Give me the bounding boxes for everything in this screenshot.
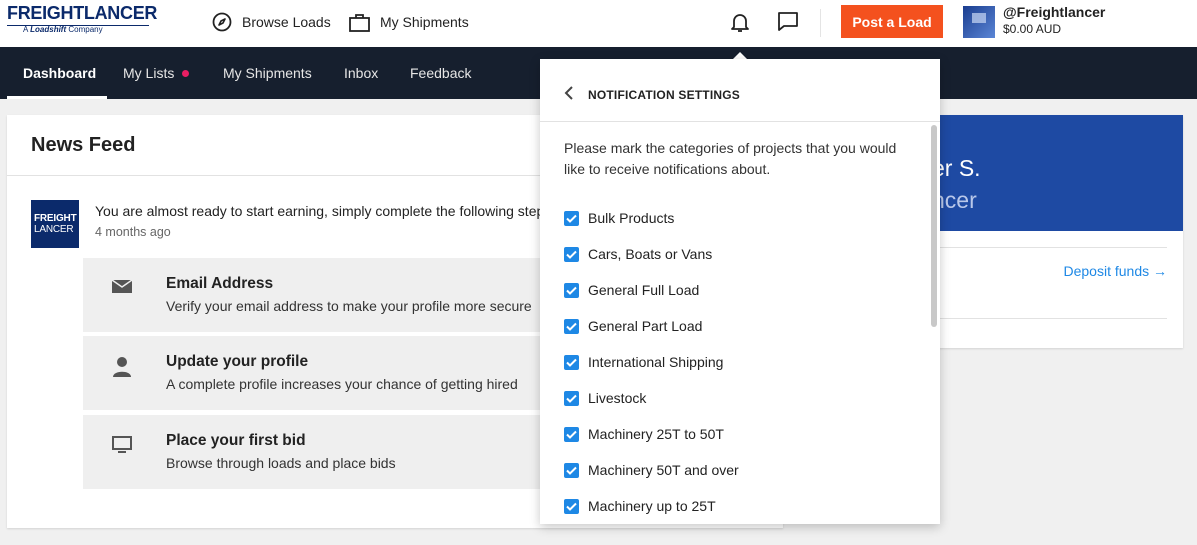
checkbox[interactable] [564, 390, 579, 406]
envelope-icon [111, 279, 133, 293]
category-label: Machinery 50T and over [588, 462, 739, 478]
category-list: Bulk Products Cars, Boats or Vans Genera… [564, 200, 924, 524]
logo-text-freight: FREIGHT [7, 3, 84, 23]
category-international-shipping[interactable]: International Shipping [564, 344, 924, 380]
check-icon [566, 502, 577, 511]
notification-settings-header: NOTIFICATION SETTINGS [540, 59, 940, 122]
category-bulk-products[interactable]: Bulk Products [564, 200, 924, 236]
feed-timestamp: 4 months ago [95, 225, 171, 239]
checkbox[interactable] [564, 210, 579, 226]
category-machinery-25t-50t[interactable]: Machinery 25T to 50T [564, 416, 924, 452]
category-cars-boats-vans[interactable]: Cars, Boats or Vans [564, 236, 924, 272]
nav-active-indicator [7, 96, 107, 99]
logo-subtitle: A Loadshift Company [23, 25, 103, 34]
task-title: Email Address [166, 275, 274, 292]
post-a-load-button[interactable]: Post a Load [841, 5, 943, 38]
task-email-address[interactable]: Email Address Verify your email address … [83, 258, 553, 332]
avatar[interactable] [963, 6, 995, 38]
chevron-left-icon[interactable] [564, 86, 574, 100]
category-livestock[interactable]: Livestock [564, 380, 924, 416]
category-label: Livestock [588, 390, 647, 406]
feed-message: You are almost ready to start earning, s… [95, 203, 552, 219]
profile-banner: er S. ncer [932, 115, 1183, 231]
checkbox[interactable] [564, 246, 579, 262]
category-general-full-load[interactable]: General Full Load [564, 272, 924, 308]
profile-divider [932, 247, 1167, 248]
nav-inbox[interactable]: Inbox [344, 47, 378, 99]
topbar-divider [820, 9, 821, 37]
news-feed-title: News Feed [31, 134, 136, 156]
checkbox[interactable] [564, 282, 579, 298]
checkbox[interactable] [564, 426, 579, 442]
check-icon [566, 394, 577, 403]
check-icon [566, 466, 577, 475]
category-label: Bulk Products [588, 210, 675, 226]
check-icon [566, 214, 577, 223]
category-label: Cars, Boats or Vans [588, 246, 713, 262]
category-label: Machinery 25T to 50T [588, 426, 724, 442]
account-balance: $0.00 AUD [1003, 22, 1062, 36]
check-icon [566, 286, 577, 295]
check-icon [566, 322, 577, 331]
briefcase-icon [349, 13, 370, 32]
task-first-bid[interactable]: Place your first bid Browse through load… [83, 415, 553, 489]
compass-icon [212, 12, 232, 32]
check-icon [566, 358, 577, 367]
profile-divider [932, 318, 1167, 319]
logo-text-lancer: LANCER [83, 3, 158, 23]
bell-icon[interactable] [730, 11, 750, 33]
task-title: Update your profile [166, 353, 309, 370]
browse-loads-label: Browse Loads [242, 14, 331, 30]
browse-loads-link[interactable]: Browse Loads [212, 11, 331, 33]
notification-intro: Please mark the categories of projects t… [564, 140, 897, 177]
category-label: Machinery up to 25T [588, 498, 716, 514]
checkbox[interactable] [564, 354, 579, 370]
my-shipments-top-label: My Shipments [380, 14, 469, 30]
task-update-profile[interactable]: Update your profile A complete profile i… [83, 336, 553, 410]
top-bar: FREIGHTLANCER A Loadshift Company Browse… [0, 0, 1197, 47]
notification-settings-title: NOTIFICATION SETTINGS [588, 88, 740, 102]
chat-icon[interactable] [777, 11, 799, 32]
category-machinery-up-to-25t[interactable]: Machinery up to 25T [564, 488, 924, 524]
task-description: Verify your email address to make your p… [166, 298, 532, 314]
nav-dashboard[interactable]: Dashboard [23, 47, 96, 99]
checkbox[interactable] [564, 462, 579, 478]
username[interactable]: @Freightlancer [1003, 4, 1105, 20]
category-label: General Full Load [588, 282, 700, 298]
category-machinery-50t-over[interactable]: Machinery 50T and over [564, 452, 924, 488]
task-description: Browse through loads and place bids [166, 455, 396, 471]
deposit-funds-link[interactable]: Deposit funds → [1064, 263, 1168, 279]
scrollbar-thumb[interactable] [931, 125, 937, 327]
check-icon [566, 250, 577, 259]
person-icon [113, 357, 131, 377]
freightlancer-logo[interactable]: FREIGHTLANCER A Loadshift Company [7, 3, 157, 41]
task-title: Place your first bid [166, 432, 306, 449]
category-general-part-load[interactable]: General Part Load [564, 308, 924, 344]
nav-my-shipments[interactable]: My Shipments [223, 47, 312, 99]
checkbox[interactable] [564, 498, 579, 514]
dropdown-caret [733, 52, 747, 59]
monitor-icon [112, 436, 132, 453]
check-icon [566, 430, 577, 439]
task-description: A complete profile increases your chance… [166, 376, 518, 392]
my-shipments-top-link[interactable]: My Shipments [349, 11, 469, 33]
category-label: General Part Load [588, 318, 703, 334]
notification-settings-panel: NOTIFICATION SETTINGS Please mark the ca… [540, 59, 940, 524]
feed-logo: FREIGHT LANCER [31, 200, 79, 248]
checkbox[interactable] [564, 318, 579, 334]
logo-underline [7, 25, 149, 26]
nav-feedback[interactable]: Feedback [410, 47, 471, 99]
notification-dot [182, 69, 190, 77]
category-label: International Shipping [588, 354, 724, 370]
profile-card: er S. ncer Deposit funds → [932, 115, 1183, 348]
nav-my-lists[interactable]: My Lists [123, 47, 190, 99]
